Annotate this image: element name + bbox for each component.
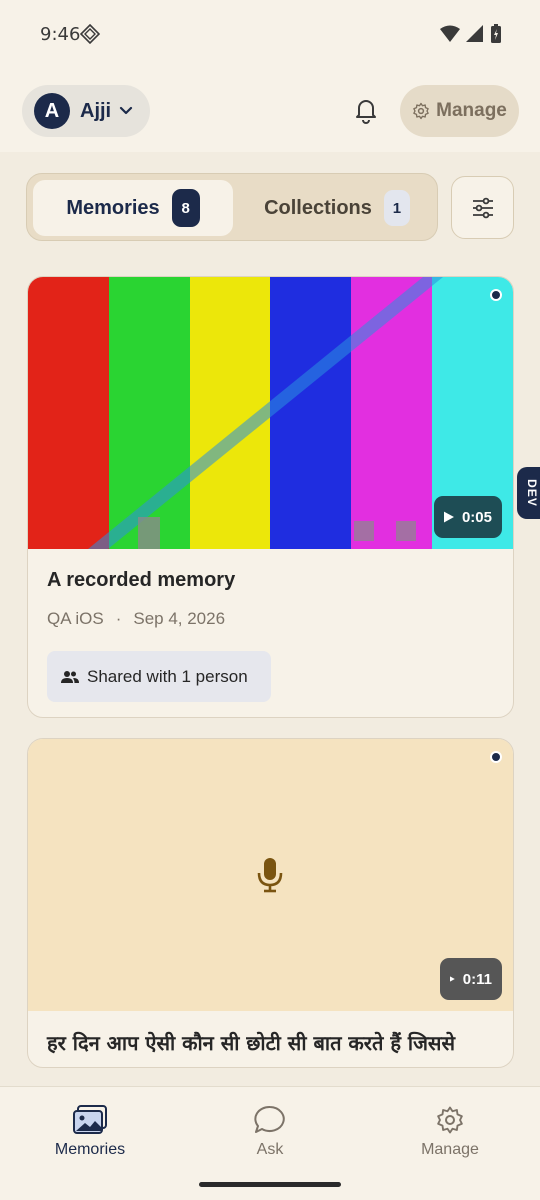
notifications-button[interactable] [352, 96, 380, 129]
dev-tab[interactable]: DEV [517, 467, 540, 519]
meta-separator: · [115, 609, 122, 628]
shared-status-chip[interactable]: Shared with 1 person [47, 651, 271, 702]
nav-ask[interactable]: Ask [210, 1105, 330, 1159]
audio-duration: 0:11 [462, 970, 492, 988]
photos-icon [73, 1105, 107, 1134]
avatar: A [34, 93, 70, 129]
filter-button[interactable] [451, 176, 514, 239]
memory-meta: QA iOS · Sep 4, 2026 [47, 609, 225, 629]
memory-title: हर दिन आप ऐसी कौन सी छोटी सी बात करते है… [47, 1031, 455, 1055]
play-icon [450, 976, 455, 982]
sliders-icon [472, 197, 493, 218]
shared-status-label: Shared with 1 person [87, 666, 248, 686]
wifi-icon [440, 25, 460, 42]
notification-status-icon [79, 23, 101, 49]
video-duration-badge: 0:05 [434, 496, 502, 538]
microphone-icon [257, 858, 283, 893]
unread-indicator [490, 289, 502, 301]
nav-manage-label: Manage [421, 1141, 479, 1158]
gear-icon [413, 102, 429, 120]
bell-icon [356, 100, 376, 124]
nav-ask-label: Ask [256, 1141, 284, 1158]
nav-memories-label: Memories [54, 1141, 126, 1158]
tab-collections-count: 1 [383, 190, 410, 226]
video-thumbnail[interactable]: 0:05 [28, 277, 513, 549]
nav-manage[interactable]: Manage [390, 1105, 510, 1159]
view-tabs: Memories 8 Collections 1 [26, 173, 438, 241]
unread-indicator [490, 751, 502, 763]
app-header: A Ajji Manage [0, 70, 540, 152]
memory-title: A recorded memory [47, 569, 236, 591]
people-icon [61, 670, 79, 683]
audio-thumbnail[interactable]: 0:11 [28, 739, 513, 1011]
status-time: 9:46 [40, 24, 81, 45]
status-bar: 9:46 [0, 0, 540, 70]
status-indicators [440, 24, 502, 44]
video-duration: 0:05 [461, 508, 492, 526]
dev-tab-label: DEV [525, 479, 539, 507]
tab-memories-label: Memories [66, 196, 160, 219]
audio-duration-badge: 0:11 [440, 958, 502, 1000]
tab-collections[interactable]: Collections 1 [241, 180, 433, 236]
play-icon [444, 511, 454, 523]
tab-collections-label: Collections [264, 196, 372, 219]
chat-bubble-icon [254, 1105, 285, 1133]
memory-date: Sep 4, 2026 [133, 609, 226, 628]
memory-card[interactable]: 0:05 A recorded memory QA iOS · Sep 4, 2… [27, 276, 514, 718]
account-name: Ajji [80, 99, 112, 122]
home-indicator [199, 1182, 341, 1187]
account-switcher[interactable]: A Ajji [22, 85, 150, 137]
battery-icon [491, 24, 501, 43]
tab-memories[interactable]: Memories 8 [33, 180, 233, 236]
memory-author: QA iOS [47, 609, 104, 628]
manage-button[interactable]: Manage [400, 85, 519, 137]
tab-memories-count: 8 [171, 189, 200, 227]
memory-card[interactable]: 0:11 हर दिन आप ऐसी कौन सी छोटी सी बात कर… [27, 738, 514, 1068]
signal-icon [466, 25, 483, 42]
nav-memories[interactable]: Memories [30, 1105, 150, 1159]
manage-button-label: Manage [436, 100, 507, 121]
gear-icon [437, 1106, 463, 1134]
chevron-down-icon [120, 106, 133, 115]
